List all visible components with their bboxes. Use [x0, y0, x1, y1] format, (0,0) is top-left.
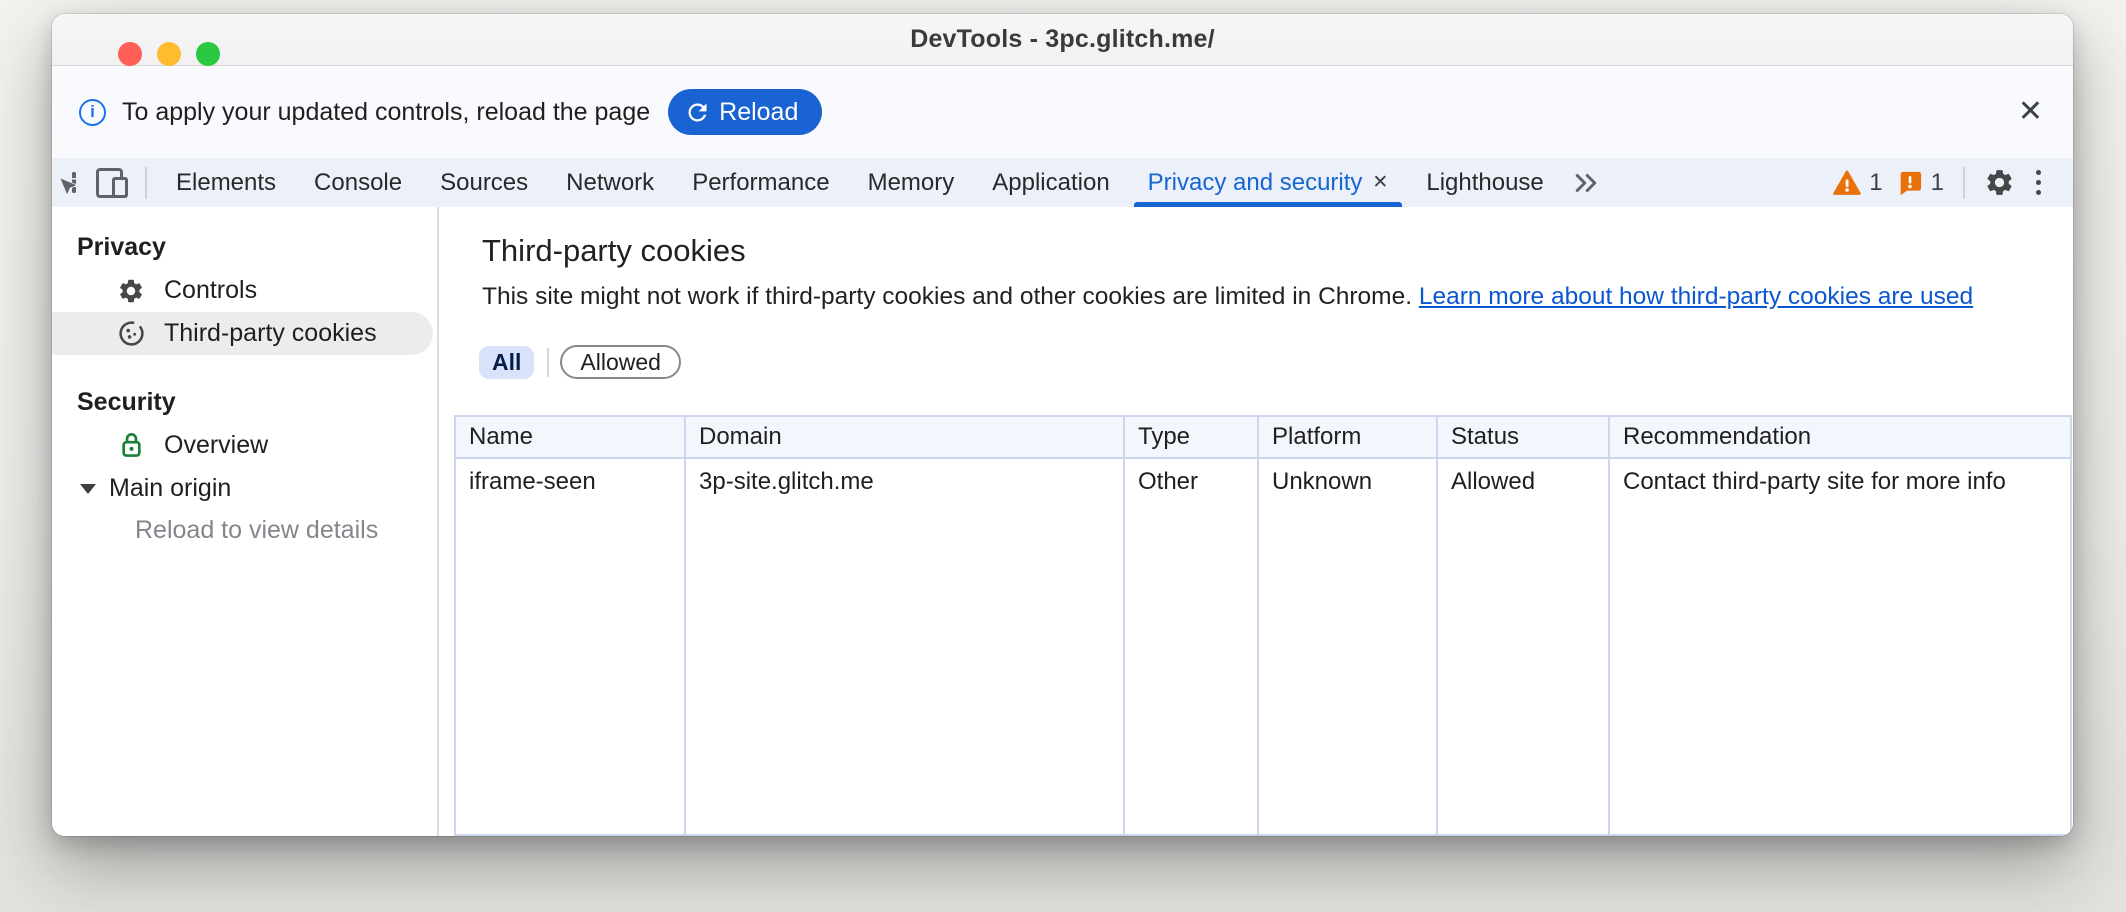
reload-button-label: Reload [719, 98, 798, 127]
inspect-icon [72, 172, 76, 193]
tab-network[interactable]: Network [547, 158, 673, 207]
sidebar-spacer [52, 355, 437, 380]
reload-to-view-hint: Reload to view details [52, 510, 437, 550]
table-cell[interactable]: 3p-site.glitch.me [686, 459, 1123, 505]
issue-count: 1 [1931, 169, 1944, 197]
tab-console[interactable]: Console [295, 158, 421, 207]
sidebar-item-label: Third-party cookies [164, 319, 377, 348]
sidebar-item-label: Controls [164, 276, 257, 305]
more-options-button[interactable] [2028, 166, 2049, 199]
column-platform: Platform Unknown [1259, 417, 1438, 834]
table-cell[interactable]: Contact third-party site for more info [1610, 459, 2070, 505]
warnings-badge[interactable]: 1 [1832, 168, 1882, 198]
lock-icon [115, 431, 147, 460]
warning-triangle-icon [1832, 168, 1862, 198]
column-status: Status Allowed [1438, 417, 1610, 834]
toolbar-divider [145, 167, 147, 199]
reload-icon [684, 99, 711, 126]
panel-content: Privacy Controls T [52, 207, 2073, 836]
sidebar-item-third-party-cookies[interactable]: Third-party cookies [52, 312, 433, 355]
description-text: This site might not work if third-party … [482, 283, 1412, 310]
column-recommendation: Recommendation Contact third-party site … [1610, 417, 2070, 834]
info-icon: i [79, 99, 106, 126]
gear-icon [115, 277, 147, 305]
sidebar-item-main-origin[interactable]: Main origin [52, 467, 437, 510]
table-cell[interactable]: Other [1125, 459, 1257, 505]
panel-description: This site might not work if third-party … [482, 283, 1973, 311]
window-title: DevTools - 3pc.glitch.me/ [910, 25, 1215, 54]
traffic-lights [118, 42, 220, 66]
tab-privacy-and-security[interactable]: Privacy and security ✕ [1129, 158, 1408, 207]
privacy-sidebar: Privacy Controls T [52, 207, 439, 836]
column-header[interactable]: Status [1438, 417, 1608, 459]
column-header[interactable]: Recommendation [1610, 417, 2070, 459]
sidebar-item-security-overview[interactable]: Overview [52, 424, 437, 467]
devtools-tabbar: Elements Console Sources Network Perform… [52, 158, 2073, 207]
double-chevron-icon [1571, 168, 1601, 198]
sidebar-section-privacy: Privacy [52, 225, 437, 269]
toolbar-right-group: 1 1 [1832, 166, 2073, 199]
cookies-table: Name iframe-seen Domain 3p-site.glitch.m… [454, 415, 2072, 836]
gear-icon [1984, 167, 2015, 198]
learn-more-link[interactable]: Learn more about how third-party cookies… [1419, 283, 1973, 310]
minimize-window-button[interactable] [157, 42, 181, 66]
toolbar-divider [1963, 167, 1965, 199]
tab-sources[interactable]: Sources [421, 158, 547, 207]
warning-count: 1 [1869, 169, 1882, 197]
tab-application[interactable]: Application [973, 158, 1128, 207]
titlebar: DevTools - 3pc.glitch.me/ [52, 14, 2073, 66]
filter-all-chip[interactable]: All [479, 346, 534, 379]
infobar-message: To apply your updated controls, reload t… [122, 98, 650, 127]
column-header[interactable]: Platform [1259, 417, 1436, 459]
tab-performance[interactable]: Performance [673, 158, 848, 207]
table-cell[interactable]: Unknown [1259, 459, 1436, 505]
cookie-icon [115, 319, 147, 348]
reload-infobar: i To apply your updated controls, reload… [52, 66, 2073, 158]
sidebar-item-label: Overview [164, 431, 268, 460]
column-header[interactable]: Domain [686, 417, 1123, 459]
sidebar-item-controls[interactable]: Controls [52, 269, 437, 312]
tab-lighthouse[interactable]: Lighthouse [1407, 158, 1562, 207]
device-toolbar-icon [112, 177, 128, 198]
issues-icon [1896, 169, 1924, 197]
chevron-down-icon [80, 484, 96, 494]
sidebar-item-label: Main origin [109, 474, 231, 503]
column-header[interactable]: Name [456, 417, 684, 459]
settings-button[interactable] [1984, 167, 2015, 198]
inspect-element-button[interactable] [72, 174, 76, 192]
column-domain: Domain 3p-site.glitch.me [686, 417, 1125, 834]
page-title: Third-party cookies [482, 233, 746, 269]
column-name: Name iframe-seen [456, 417, 686, 834]
third-party-cookies-panel: Third-party cookies This site might not … [439, 207, 2073, 836]
column-header[interactable]: Type [1125, 417, 1257, 459]
zoom-window-button[interactable] [196, 42, 220, 66]
sidebar-section-security: Security [52, 380, 437, 424]
reload-button[interactable]: Reload [668, 89, 822, 135]
tab-memory[interactable]: Memory [849, 158, 974, 207]
issues-badge[interactable]: 1 [1896, 169, 1944, 197]
tab-elements[interactable]: Elements [157, 158, 295, 207]
close-tab-icon[interactable]: ✕ [1372, 173, 1388, 192]
devtools-window: DevTools - 3pc.glitch.me/ i To apply you… [52, 14, 2073, 836]
table-cell[interactable]: iframe-seen [456, 459, 684, 505]
table-cell[interactable]: Allowed [1438, 459, 1608, 505]
cookie-filter-chips: All Allowed [479, 345, 681, 379]
close-window-button[interactable] [118, 42, 142, 66]
column-type: Type Other [1125, 417, 1259, 834]
filter-allowed-chip[interactable]: Allowed [560, 345, 681, 379]
device-toolbar-button[interactable] [96, 168, 123, 198]
chip-divider [547, 348, 549, 377]
infobar-close-button[interactable]: ✕ [2018, 97, 2043, 127]
more-tabs-button[interactable] [1571, 168, 1601, 198]
